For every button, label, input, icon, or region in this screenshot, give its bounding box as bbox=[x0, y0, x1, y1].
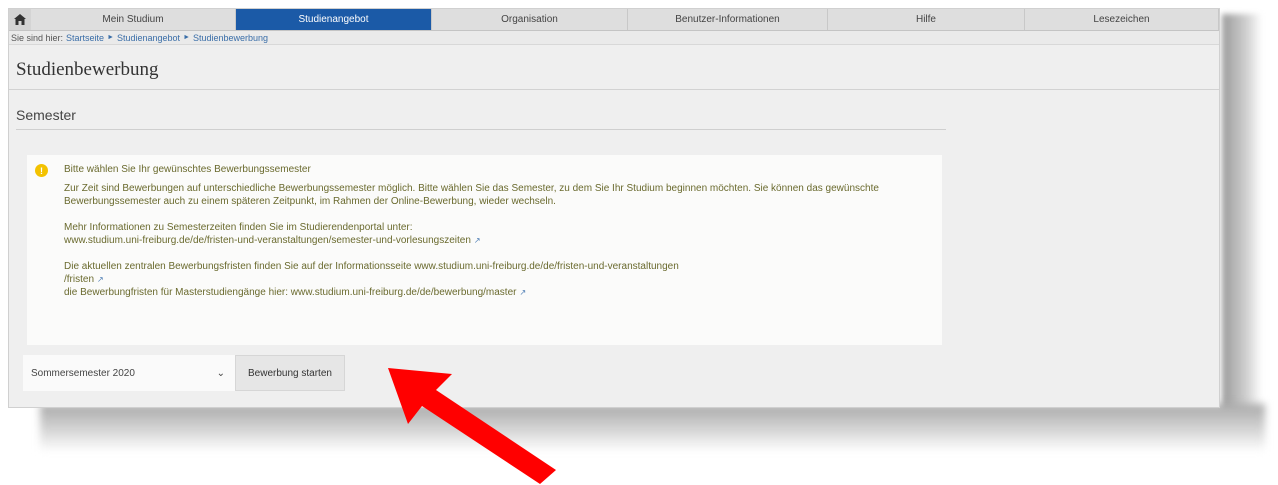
breadcrumb-separator-icon: ► bbox=[107, 34, 114, 41]
info-text: Bitte wählen Sie Ihr gewünschtes Bewerbu… bbox=[64, 163, 934, 299]
info-paragraph-portal: Mehr Informationen zu Semesterzeiten fin… bbox=[64, 222, 413, 233]
info-headline: Bitte wählen Sie Ihr gewünschtes Bewerbu… bbox=[64, 164, 311, 175]
external-link-icon: ↗ bbox=[473, 236, 481, 245]
info-paragraph-master: die Bewerbungfristen für Masterstudiengä… bbox=[64, 286, 934, 299]
fristen-link[interactable]: /fristen bbox=[64, 274, 94, 285]
page-title: Studienbewerbung bbox=[16, 59, 159, 80]
title-divider bbox=[9, 89, 1219, 90]
red-arrow-annotation-icon bbox=[388, 368, 556, 484]
external-link-icon: ↗ bbox=[519, 288, 527, 297]
nav-tab-benutzer-informationen[interactable]: Benutzer-Informationen bbox=[628, 9, 828, 30]
home-icon[interactable] bbox=[9, 9, 31, 30]
bewerbung-starten-button[interactable]: Bewerbung starten bbox=[235, 355, 345, 391]
window-shadow-bottom bbox=[40, 404, 1265, 452]
breadcrumb-current-page: Studienbewerbung bbox=[193, 32, 269, 43]
info-paragraph-fristen-line2: /fristen ↗ bbox=[64, 273, 934, 286]
semester-controls: Sommersemester 2020 ⌄ Bewerbung starten bbox=[23, 355, 345, 391]
section-divider bbox=[16, 129, 946, 130]
info-icon: ! bbox=[35, 164, 48, 177]
section-title-semester: Semester bbox=[16, 107, 76, 123]
nav-tab-organisation[interactable]: Organisation bbox=[432, 9, 628, 30]
info-paragraph-fristen: Die aktuellen zentralen Bewerbungsfriste… bbox=[64, 261, 679, 272]
info-box: ! Bitte wählen Sie Ihr gewünschtes Bewer… bbox=[27, 155, 942, 345]
semester-select[interactable]: Sommersemester 2020 ⌄ bbox=[23, 355, 235, 391]
info-paragraph-portal-link-line: www.studium.uni-freiburg.de/de/fristen-u… bbox=[64, 234, 934, 247]
semesterzeiten-link[interactable]: www.studium.uni-freiburg.de/de/fristen-u… bbox=[64, 235, 471, 246]
breadcrumb-link-startseite[interactable]: Startseite bbox=[66, 33, 104, 43]
breadcrumb: Sie sind hier: Startseite ► Studienangeb… bbox=[9, 31, 1219, 45]
semester-select-value: Sommersemester 2020 bbox=[31, 367, 135, 379]
breadcrumb-link-studienangebot[interactable]: Studienangebot bbox=[117, 33, 180, 43]
chevron-down-icon: ⌄ bbox=[216, 367, 225, 379]
master-fristen-link[interactable]: die Bewerbungfristen für Masterstudiengä… bbox=[64, 287, 516, 298]
browser-screen: Mein Studium Studienangebot Organisation… bbox=[8, 8, 1220, 408]
window-shadow-right bbox=[1222, 14, 1262, 414]
main-navigation: Mein Studium Studienangebot Organisation… bbox=[9, 9, 1219, 31]
external-link-icon: ↗ bbox=[97, 275, 104, 284]
nav-tab-studienangebot[interactable]: Studienangebot bbox=[236, 9, 432, 30]
nav-tab-mein-studium[interactable]: Mein Studium bbox=[31, 9, 236, 30]
info-paragraph-semester: Zur Zeit sind Bewerbungen auf unterschie… bbox=[64, 183, 879, 207]
nav-tab-hilfe[interactable]: Hilfe bbox=[828, 9, 1025, 30]
breadcrumb-prefix: Sie sind hier: bbox=[11, 32, 64, 43]
breadcrumb-separator-icon: ► bbox=[183, 34, 190, 41]
nav-tab-lesezeichen[interactable]: Lesezeichen bbox=[1025, 9, 1219, 30]
